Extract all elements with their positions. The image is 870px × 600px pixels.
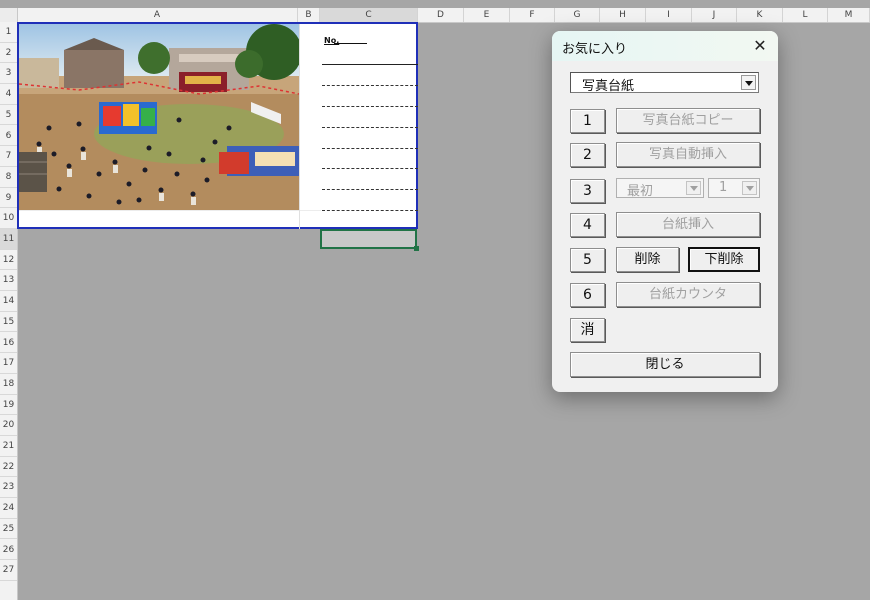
column-header-d[interactable]: D [418,8,464,22]
row-header-13[interactable]: 13 [0,270,17,292]
row-header-5[interactable]: 5 [0,105,17,126]
close-icon[interactable]: ✕ [750,36,770,56]
row-header-2[interactable]: 2 [0,43,17,64]
count-select-value: 1 [719,180,728,195]
row-header-12[interactable]: 12 [0,250,17,271]
step-6-button[interactable]: 6 [570,283,605,307]
row-header-14[interactable]: 14 [0,291,17,312]
row-header-17[interactable]: 17 [0,353,17,374]
active-cell-c11[interactable] [320,229,419,251]
note-line [322,127,418,128]
position-select-value: 最初 [627,184,654,199]
row-header-24[interactable]: 24 [0,498,17,519]
note-line [322,148,418,149]
number-underline [334,43,367,44]
row-header-8[interactable]: 8 [0,167,17,188]
row-header-18[interactable]: 18 [0,374,17,395]
column-header-f[interactable]: F [510,8,555,22]
row-header-21[interactable]: 21 [0,436,17,457]
row-header-15[interactable]: 15 [0,312,17,333]
row-header-6[interactable]: 6 [0,126,17,147]
row-header-1[interactable]: 1 [0,22,17,43]
column-header-bar: A B C D E F G H I J K L M [0,8,870,23]
mount-counter-button[interactable]: 台紙カウンタ [616,282,760,307]
step-1-button[interactable]: 1 [570,109,605,133]
step-4-button[interactable]: 4 [570,213,605,237]
template-select[interactable]: 写真台紙 [570,72,759,94]
insert-mount-button[interactable]: 台紙挿入 [616,212,760,237]
row-header-27[interactable]: 27 [0,560,17,581]
column-header-k[interactable]: K [737,8,783,22]
row-header-23[interactable]: 23 [0,477,17,499]
chevron-down-icon[interactable] [742,181,757,195]
count-select[interactable]: 1 [708,178,760,198]
chevron-down-icon[interactable] [741,75,756,90]
step-5-button[interactable]: 5 [570,248,605,272]
row-header-bar: 1 2 3 4 5 6 7 8 9 10 11 12 13 14 15 16 17 18 19 20 21 22 23 24 2… [0,22,18,600]
column-header-h[interactable]: H [600,8,646,22]
select-all-corner[interactable] [0,8,18,22]
row-header-16[interactable]: 16 [0,333,17,354]
note-line [322,106,418,107]
dialog-title-bar[interactable]: お気に入り ✕ [552,31,778,61]
chevron-down-icon[interactable] [686,181,701,195]
row-header-4[interactable]: 4 [0,84,17,105]
row-header-20[interactable]: 20 [0,415,17,436]
column-header-c[interactable]: C [320,8,418,22]
column-header-e[interactable]: E [464,8,510,22]
favorites-dialog: お気に入り ✕ 写真台紙 1 写真台紙コピー 2 写真自動挿入 3 最初 1 4… [552,31,778,392]
position-select[interactable]: 最初 [616,178,704,199]
column-header-a[interactable]: A [17,8,298,22]
column-header-m[interactable]: M [828,8,870,22]
note-line [322,168,418,169]
note-header-line [322,64,418,65]
close-button[interactable]: 閉じる [570,352,760,377]
step-3-button[interactable]: 3 [570,179,605,203]
dialog-title: お気に入り [562,42,628,57]
template-select-value: 写真台紙 [582,79,635,94]
row-header-22[interactable]: 22 [0,457,17,478]
step-2-button[interactable]: 2 [570,143,605,167]
delete-below-button[interactable]: 下削除 [688,247,760,272]
copy-mount-button[interactable]: 写真台紙コピー [616,108,760,133]
row-header-3[interactable]: 3 [0,63,17,85]
auto-insert-photo-button[interactable]: 写真自動挿入 [616,142,760,167]
column-header-l[interactable]: L [783,8,828,22]
column-header-b[interactable]: B [298,8,320,22]
note-line [322,85,418,86]
delete-button[interactable]: 削除 [616,247,679,272]
clear-button[interactable]: 消 [570,318,605,342]
note-line [322,210,418,211]
note-line [322,189,418,190]
photo-mount-sheet: No. [17,22,418,229]
row-header-11[interactable]: 11 [0,229,17,250]
row-header-10[interactable]: 10 [0,208,17,229]
column-header-i[interactable]: I [646,8,692,22]
row-header-26[interactable]: 26 [0,540,17,561]
event-photo[interactable] [19,24,299,210]
row-header-7[interactable]: 7 [0,146,17,167]
column-header-g[interactable]: G [555,8,600,22]
row-header-19[interactable]: 19 [0,395,17,416]
row-header-25[interactable]: 25 [0,519,17,540]
row-header-9[interactable]: 9 [0,188,17,209]
column-header-j[interactable]: J [692,8,737,22]
